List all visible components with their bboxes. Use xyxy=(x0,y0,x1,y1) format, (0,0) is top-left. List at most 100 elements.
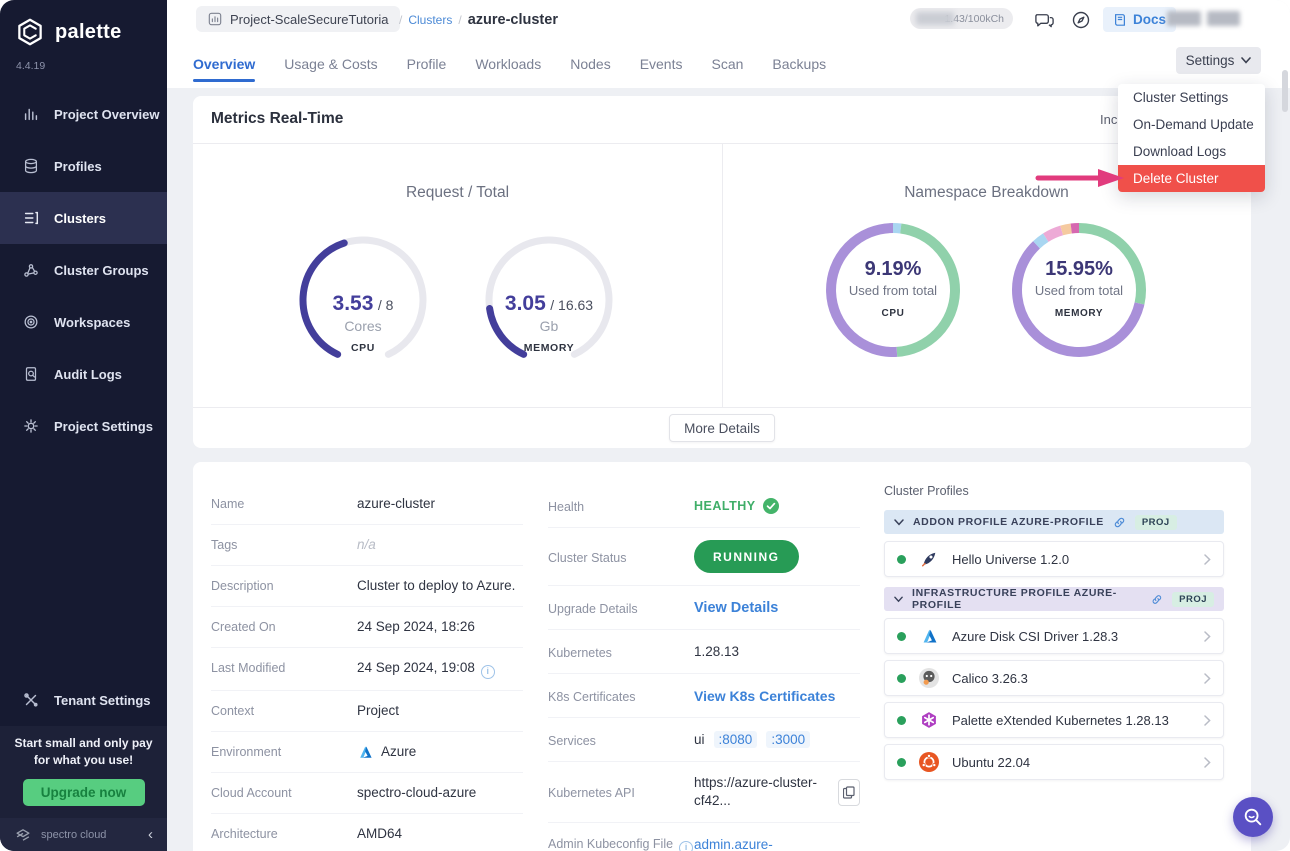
running-status-badge: RUNNING xyxy=(694,540,799,573)
cpu-used-value: 3.53 xyxy=(332,292,374,315)
settings-dropdown-menu: Cluster Settings On-Demand Update Downlo… xyxy=(1118,84,1265,192)
link-icon xyxy=(1114,517,1125,527)
cluster-details-card: Name azure-cluster Tags n/a Description … xyxy=(193,462,1251,851)
tab-nodes[interactable]: Nodes xyxy=(570,40,610,88)
cluster-info-column: Name azure-cluster Tags n/a Description … xyxy=(211,484,523,851)
info-icon[interactable]: i xyxy=(679,840,694,851)
cluster-profiles-column: Cluster Profiles ADDON PROFILE AZURE-PRO… xyxy=(884,484,1224,786)
menu-item-delete-cluster[interactable]: Delete Cluster xyxy=(1118,165,1265,192)
detail-row-cloud-account: Cloud Account spectro-cloud-azure xyxy=(211,773,523,814)
tab-scan[interactable]: Scan xyxy=(712,40,744,88)
usage-quota-badge: 1.43/100kCh xyxy=(910,8,1013,29)
detail-row-architecture: Architecture AMD64 xyxy=(211,826,403,841)
app-version: 4.4.19 xyxy=(16,60,46,72)
cpu-namespace-label: Used from total xyxy=(848,283,938,298)
sidebar-item-workspaces[interactable]: Workspaces xyxy=(0,296,167,348)
upgrade-panel: Start small and only pay for what you us… xyxy=(0,726,167,818)
pack-status-dot xyxy=(897,757,906,767)
sidebar-item-audit-logs[interactable]: Audit Logs xyxy=(0,348,167,400)
view-details-link[interactable]: View Details xyxy=(694,600,778,616)
search-help-floating-button[interactable] xyxy=(1233,797,1273,837)
magnifier-smile-icon xyxy=(1244,808,1262,826)
ubuntu-icon xyxy=(918,751,940,773)
request-total-title: Request / Total xyxy=(405,184,510,201)
project-selector[interactable]: Project-ScaleSecureTutoria xyxy=(196,6,401,32)
collapse-sidebar-chevron-icon[interactable]: ‹ xyxy=(148,826,153,843)
pack-item-palette-extended-kubernetes[interactable]: Palette eXtended Kubernetes 1.28.13 xyxy=(884,702,1224,738)
addon-profile-header[interactable]: ADDON PROFILE AZURE-PROFILE PROJ xyxy=(884,510,1224,534)
status-row-cluster-status: Cluster Status RUNNING xyxy=(548,528,860,586)
status-row-kubernetes: Kubernetes 1.28.13 xyxy=(548,630,860,674)
upgrade-now-button[interactable]: Upgrade now xyxy=(22,779,145,806)
tab-backups[interactable]: Backups xyxy=(772,40,826,88)
sidebar-item-project-settings[interactable]: Project Settings xyxy=(0,400,167,452)
sidebar-item-cluster-groups[interactable]: Cluster Groups xyxy=(0,244,167,296)
memory-namespace-donut: 15.95% Used from total MEMORY xyxy=(1009,220,1149,360)
cpu-caption: CPU xyxy=(351,342,375,354)
settings-button[interactable]: Settings xyxy=(1176,47,1261,74)
detail-row-name: Name azure-cluster xyxy=(211,484,523,525)
clusters-list-icon xyxy=(21,208,41,228)
copy-icon[interactable] xyxy=(838,778,860,806)
status-row-k8s-certificates: K8s Certificates View K8s Certificates xyxy=(548,674,860,718)
chevron-right-icon xyxy=(1204,756,1211,768)
palette-logo[interactable]: palette xyxy=(14,16,122,48)
tab-bar: Overview Usage & Costs Profile Workloads… xyxy=(167,40,1290,88)
service-port-8080-link[interactable]: :8080 xyxy=(713,730,758,748)
sidebar-item-clusters[interactable]: Clusters xyxy=(0,192,167,244)
calico-icon xyxy=(918,667,940,689)
service-port-3000-link[interactable]: :3000 xyxy=(766,730,811,748)
memory-total-value: / 16.63 xyxy=(550,297,594,313)
info-icon[interactable]: i xyxy=(480,665,495,679)
memory-used-value: 3.05 xyxy=(504,292,546,315)
cpu-unit: Cores xyxy=(344,318,382,334)
chevron-down-icon xyxy=(1241,57,1252,64)
scrollbar-thumb[interactable] xyxy=(1282,70,1288,112)
pack-item-azure-disk-csi[interactable]: Azure Disk CSI Driver 1.28.3 xyxy=(884,618,1224,654)
infrastructure-profile-header[interactable]: INFRASTRUCTURE PROFILE AZURE-PROFILE PRO… xyxy=(884,587,1224,611)
memory-unit: Gb xyxy=(539,318,559,334)
chevron-right-icon xyxy=(1204,553,1211,565)
tab-usage-costs[interactable]: Usage & Costs xyxy=(284,40,377,88)
menu-item-on-demand-update[interactable]: On-Demand Update xyxy=(1118,111,1265,138)
breadcrumb-clusters-link[interactable]: Clusters xyxy=(408,13,452,27)
layers-icon xyxy=(21,156,41,176)
sidebar-item-tenant-settings[interactable]: Tenant Settings xyxy=(0,674,167,726)
tab-events[interactable]: Events xyxy=(640,40,683,88)
pack-item-calico[interactable]: Calico 3.26.3 xyxy=(884,660,1224,696)
more-details-button[interactable]: More Details xyxy=(669,414,775,442)
pack-status-dot xyxy=(897,673,906,683)
detail-row-last-modified: Last Modified 24 Sep 2024, 19:08 i xyxy=(211,648,523,691)
tab-profile[interactable]: Profile xyxy=(407,40,447,88)
spectro-cloud-logo xyxy=(16,828,30,841)
audit-logs-icon xyxy=(21,364,41,384)
pack-item-ubuntu[interactable]: Ubuntu 22.04 xyxy=(884,744,1224,780)
memory-caption: MEMORY xyxy=(523,342,575,354)
delete-cluster-annotation-arrow xyxy=(1035,169,1124,187)
status-row-health: Health HEALTHY xyxy=(548,484,860,528)
explore-compass-icon[interactable] xyxy=(1070,9,1092,31)
app-window: palette 4.4.19 Project Overview Profiles xyxy=(0,0,1290,851)
docs-button[interactable]: Docs xyxy=(1103,7,1177,32)
pack-status-dot xyxy=(897,554,906,564)
tools-icon xyxy=(21,690,41,710)
menu-item-download-logs[interactable]: Download Logs xyxy=(1118,138,1265,165)
feedback-chat-icon[interactable] xyxy=(1033,9,1055,31)
sidebar-item-project-overview[interactable]: Project Overview xyxy=(0,88,167,140)
azure-icon xyxy=(918,625,940,647)
proj-scope-badge: PROJ xyxy=(1134,514,1177,530)
menu-item-cluster-settings[interactable]: Cluster Settings xyxy=(1118,84,1265,111)
pack-item-hello-universe[interactable]: Hello Universe 1.2.0 xyxy=(884,541,1224,577)
chevron-down-icon xyxy=(894,596,903,602)
status-row-upgrade-details: Upgrade Details View Details xyxy=(548,586,860,630)
sidebar-footer: spectro cloud ‹ xyxy=(0,818,167,851)
view-k8s-certificates-link[interactable]: View K8s Certificates xyxy=(694,688,835,704)
footer-brand-name: spectro cloud xyxy=(41,828,107,841)
sidebar-item-profiles[interactable]: Profiles xyxy=(0,140,167,192)
tab-overview[interactable]: Overview xyxy=(193,40,256,88)
tab-workloads[interactable]: Workloads xyxy=(475,40,541,88)
kubeconfig-download-link[interactable]: admin.azure-cluster.kubeconfig xyxy=(694,835,829,851)
palette-hexagon-icon xyxy=(18,18,42,46)
detail-row-created-on: Created On 24 Sep 2024, 18:26 xyxy=(211,607,523,648)
gear-icon xyxy=(21,416,41,436)
